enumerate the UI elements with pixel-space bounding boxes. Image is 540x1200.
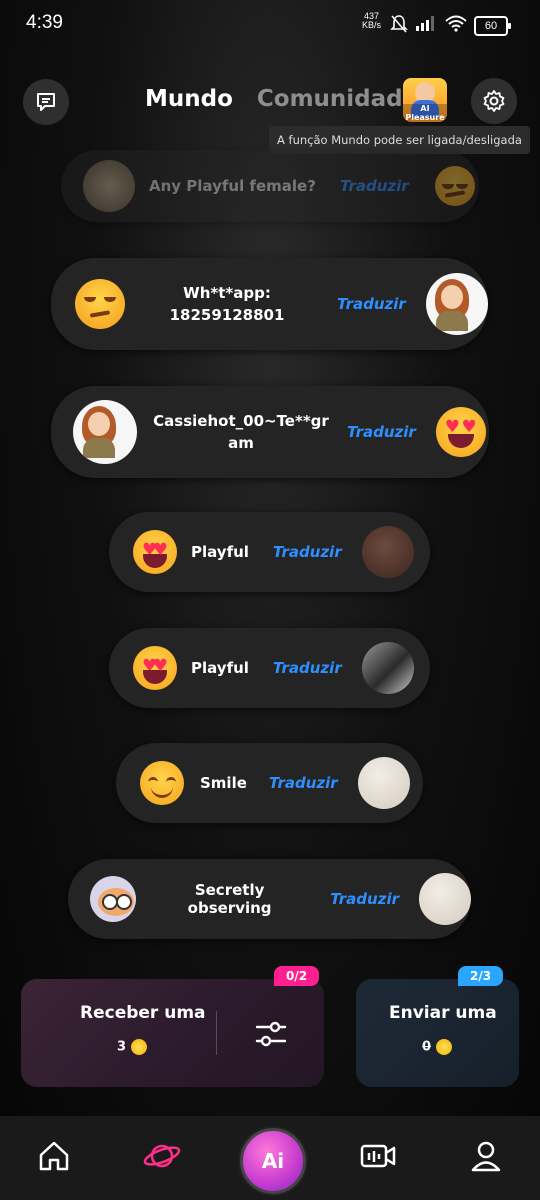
home-icon [39,1141,69,1171]
tab-mundo[interactable]: Mundo [145,86,233,112]
bubble-message: Secretly observing [187,881,272,917]
video-call-icon [360,1144,396,1168]
coin-icon [130,1039,147,1055]
planet-icon [143,1144,181,1168]
smirk-emoji-icon [75,279,125,329]
network-speed: 437 KB/s [362,12,381,30]
heart-eyes-emoji-icon [133,646,177,690]
gear-icon [483,90,505,112]
relieved-emoji-icon [434,166,475,206]
nav-home[interactable] [34,1136,74,1176]
owl-avatar-icon [90,876,136,922]
send-card[interactable]: Enviar uma 0 [356,979,519,1087]
settings-button[interactable] [471,78,517,124]
bubble-message: Playful [191,659,249,677]
translate-link[interactable]: Traduzir [269,774,338,792]
receive-coin-count: 3 [117,1039,127,1055]
status-time: 4:39 [26,12,63,33]
receive-label: Receber uma [80,1003,206,1023]
translate-link[interactable]: Traduzir [273,659,342,677]
world-bubble[interactable]: Smile Traduzir [116,743,423,823]
translate-link[interactable]: Traduzir [330,890,399,908]
send-coins: 0 [422,1039,452,1055]
world-bubble[interactable]: Cassiehot_00~Te**gram Traduzir [51,386,489,478]
network-speed-unit: KB/s [362,20,382,30]
user-avatar[interactable] [73,400,137,464]
mute-icon [390,15,408,33]
world-bubble[interactable]: Playful Traduzir [109,628,430,708]
nav-world[interactable] [142,1136,182,1176]
wifi-icon [445,15,467,32]
receive-coins: 3 [117,1039,147,1055]
signal-icon [416,16,434,31]
nav-profile[interactable] [466,1136,506,1176]
bubble-message: Playful [191,543,249,561]
ai-pleasure-badge[interactable]: AI Pleasure [403,78,447,122]
world-bubble[interactable]: Wh*t*app: 18259128801 Traduzir [51,258,488,350]
ai-badge-label: AI Pleasure [403,104,447,122]
bubble-message: Any Playful female? [149,177,316,195]
ai-center-button[interactable]: Ai [240,1128,306,1194]
tab-comunidade[interactable]: Comunidade [257,86,418,112]
translate-link[interactable]: Traduzir [340,177,409,195]
user-avatar [83,160,135,212]
status-bar: 4:39 437 KB/s 60 [0,0,540,48]
send-coin-count: 0 [422,1039,432,1055]
messages-button[interactable] [23,79,69,125]
world-bubble[interactable]: Secretly observing Traduzir [68,859,471,939]
user-avatar[interactable] [361,642,414,694]
nav-video[interactable] [358,1136,398,1176]
coin-icon [435,1039,452,1055]
bubble-message: Smile [200,774,247,792]
user-avatar[interactable] [357,757,410,809]
translate-link[interactable]: Traduzir [347,423,416,441]
card-divider [216,1011,217,1055]
user-avatar[interactable] [425,273,488,335]
user-avatar[interactable] [419,873,471,925]
user-avatar[interactable] [361,526,414,578]
bubble-message: Wh*t*app: 18259128801 [169,284,285,324]
world-bubble[interactable]: Playful Traduzir [109,512,430,592]
heart-eyes-emoji-icon [133,530,177,574]
send-label: Enviar uma [389,1003,497,1023]
receive-card[interactable]: Receber uma 3 [21,979,324,1087]
receive-quota-badge: 0/2 [274,966,320,986]
bubble-message: Cassiehot_00~Te**gram [153,412,329,452]
message-icon [37,93,55,111]
filter-sliders-icon[interactable] [255,1019,287,1049]
heart-eyes-emoji-icon [435,407,486,457]
battery-indicator: 60 [474,16,511,36]
tab-bar: Mundo Comunidade [145,86,418,112]
world-bubble[interactable]: Any Playful female? Traduzir [61,150,479,222]
translate-link[interactable]: Traduzir [273,543,342,561]
translate-link[interactable]: Traduzir [337,295,406,313]
profile-icon [471,1141,501,1172]
smile-emoji-icon [140,761,184,805]
send-quota-badge: 2/3 [458,966,504,986]
